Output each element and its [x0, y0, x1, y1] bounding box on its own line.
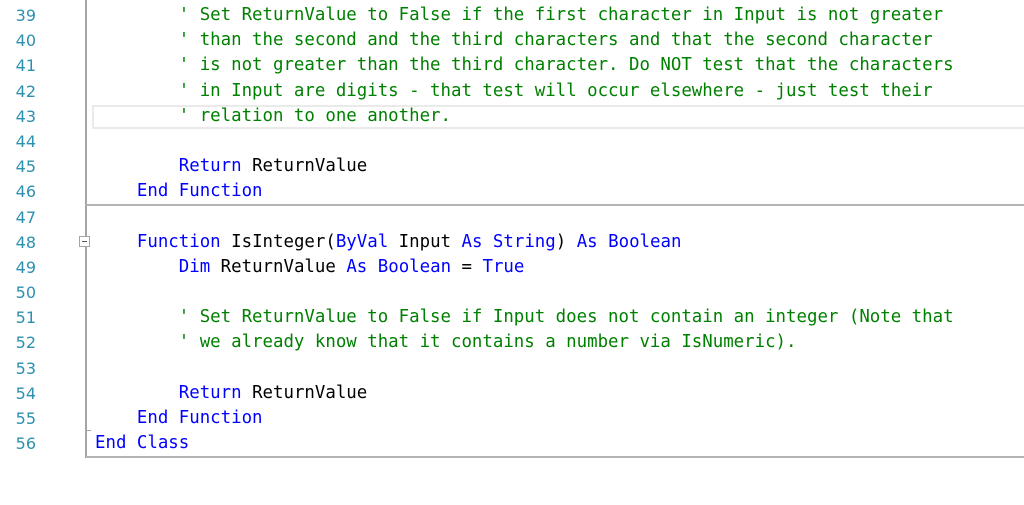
code-line[interactable]: Return ReturnValue — [95, 381, 1024, 406]
code-line[interactable]: End Function — [95, 406, 1024, 431]
keyword-token: End Class — [95, 433, 190, 454]
code-line[interactable]: ' than the second and the third characte… — [95, 28, 1024, 53]
line-number: 46 — [15, 182, 36, 202]
code-line[interactable] — [95, 280, 1024, 305]
line-number: 40 — [15, 31, 36, 51]
code-line[interactable]: ' we already know that it contains a num… — [95, 330, 1024, 355]
line-number: 39 — [15, 6, 36, 25]
keyword-token: Return — [178, 156, 242, 177]
comment-token: ' is not greater than the third characte… — [178, 55, 954, 76]
code-line[interactable]: Dim ReturnValue As Boolean = True — [95, 255, 1024, 280]
code-line[interactable]: ' Set ReturnValue to False if the first … — [95, 3, 1024, 28]
line-number: 55 — [15, 409, 36, 428]
line-number: 44 — [15, 131, 36, 151]
keyword-token: ByVal — [335, 231, 389, 252]
comment-token: ' we already know that it contains a num… — [178, 332, 797, 353]
keyword-token: String — [492, 231, 556, 252]
code-line[interactable] — [95, 205, 1024, 230]
code-line[interactable]: End Function — [95, 179, 1024, 204]
code-token: Input — [388, 231, 462, 252]
keyword-token: As — [576, 231, 598, 252]
line-number: 48 — [15, 232, 36, 252]
keyword-token: True — [482, 256, 525, 277]
code-line[interactable] — [95, 356, 1024, 381]
code-token: ReturnValue — [241, 382, 368, 403]
code-editor[interactable]: 39 40 41 42 43 44 45 46 47 48 49 50 51 52 53 54 55 56 ' S… — [0, 0, 1024, 505]
keyword-token: Function — [136, 231, 221, 252]
comment-token: ' relation to one another. — [178, 105, 451, 126]
line-number: 56 — [15, 434, 36, 454]
line-number-gutter: 39 40 41 42 43 44 45 46 47 48 49 50 51 52 53 54 55 56 — [0, 3, 60, 456]
line-number: 47 — [15, 207, 36, 227]
keyword-token: Boolean — [377, 256, 452, 277]
keyword-token: As — [346, 256, 368, 277]
code-token: ReturnValue — [210, 256, 347, 277]
comment-token: ' than the second and the third characte… — [178, 30, 933, 51]
code-line[interactable]: ' Set ReturnValue to False if Input does… — [95, 305, 1024, 330]
code-line[interactable]: ' in Input are digits - that test will o… — [95, 79, 1024, 104]
line-number: 49 — [15, 257, 36, 277]
keyword-token: End Function — [136, 408, 263, 428]
comment-token: ' Set ReturnValue to False if Input does… — [178, 307, 954, 328]
code-line[interactable]: Return ReturnValue — [95, 154, 1024, 179]
code-token: = — [451, 256, 483, 277]
code-token: ) — [555, 231, 577, 252]
code-text-area[interactable]: ' Set ReturnValue to False if the first … — [95, 3, 1024, 456]
line-number: 45 — [15, 157, 36, 177]
line-number: 42 — [15, 81, 36, 101]
code-token: IsInteger( — [220, 231, 336, 252]
collapse-function-button[interactable] — [79, 236, 90, 247]
comment-token: ' Set ReturnValue to False if the first … — [178, 5, 944, 25]
line-number: 52 — [15, 333, 36, 353]
code-line[interactable] — [95, 129, 1024, 154]
line-number: 53 — [15, 358, 36, 378]
code-line[interactable]: Function IsInteger(ByVal Input As String… — [95, 230, 1024, 255]
keyword-token: As — [461, 231, 483, 252]
code-line[interactable]: End Class — [95, 431, 1024, 456]
line-number: 50 — [15, 283, 36, 303]
keyword-token: Return — [178, 382, 242, 403]
code-line[interactable]: ' relation to one another. — [95, 104, 1024, 129]
keyword-token: Dim — [178, 256, 211, 277]
comment-token: ' in Input are digits - that test will o… — [178, 80, 933, 101]
line-number: 51 — [15, 308, 36, 328]
line-number: 54 — [15, 383, 36, 403]
keyword-token: End Function — [136, 181, 263, 202]
line-number: 43 — [15, 106, 36, 126]
outlining-end-tick — [86, 430, 91, 431]
code-line[interactable]: ' is not greater than the third characte… — [95, 53, 1024, 78]
keyword-token: Boolean — [608, 231, 682, 252]
line-number: 41 — [15, 56, 36, 76]
code-token: ReturnValue — [241, 156, 368, 177]
outlining-margin-bar — [85, 0, 87, 458]
